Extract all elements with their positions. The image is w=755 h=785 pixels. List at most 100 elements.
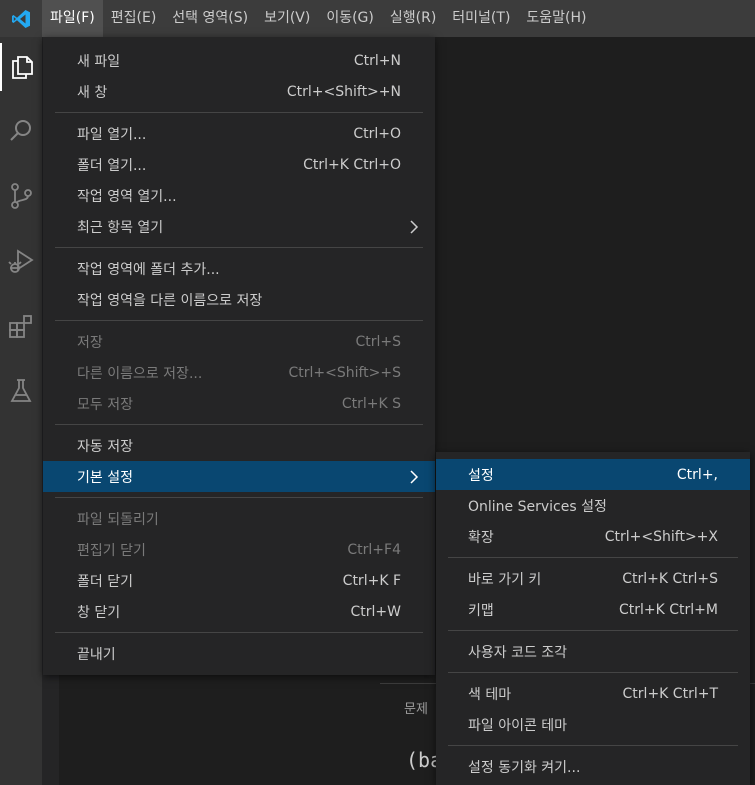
menu-item-shortcut: Ctrl+<Shift>+S [288, 364, 401, 381]
menu-separator [55, 424, 423, 425]
file-menu-item[interactable]: 새 파일 Ctrl+N [43, 45, 435, 76]
file-menu-item[interactable]: 작업 영역에 폴더 추가... [43, 253, 435, 284]
preferences-menu-item[interactable]: 설정 동기화 켜기... [436, 751, 750, 782]
menubar-item-1[interactable]: 편집(E) [103, 0, 165, 37]
menu-item-label: 작업 영역을 다른 이름으로 저장 [77, 292, 263, 309]
menu-item-shortcut: Ctrl+S [355, 333, 401, 350]
menu-item-shortcut: Ctrl+K F [342, 572, 401, 589]
menu-item-label: 새 파일 [77, 53, 121, 70]
title-bar: 파일(F) 편집(E) 선택 영역(S) 보기(V) 이동(G) 실행(R) 터미널(T) 도… [0, 0, 755, 37]
file-menu-item[interactable]: 모두 저장 Ctrl+K S [43, 388, 435, 419]
menu-item-label: 설정 동기화 켜기... [468, 759, 581, 776]
chevron-right-icon [409, 211, 419, 242]
menubar-item-6[interactable]: 터미널(T) [444, 0, 518, 37]
menu-item-label: 파일 아이콘 테마 [468, 717, 568, 734]
preferences-menu-item[interactable]: 키맵 Ctrl+K Ctrl+M [436, 594, 750, 625]
menubar-item-0[interactable]: 파일(F) [42, 0, 103, 37]
menu-separator [448, 672, 738, 673]
menubar-item-7[interactable]: 도움말(H) [518, 0, 594, 37]
testing-icon[interactable] [0, 367, 42, 415]
preferences-menu-item[interactable]: 파일 아이콘 테마 [436, 709, 750, 740]
run-debug-icon[interactable] [0, 237, 42, 285]
menu-item-label: 파일 되돌리기 [77, 511, 159, 528]
menu-item-label: 키맵 [468, 602, 494, 619]
menu-item-shortcut: Ctrl+F4 [347, 541, 401, 558]
menu-separator [55, 632, 423, 633]
menubar-item-4[interactable]: 이동(G) [318, 0, 382, 37]
file-menu-item[interactable]: 기본 설정 [43, 461, 435, 492]
menu-item-label: 폴더 열기... [77, 157, 147, 174]
file-menu-item[interactable]: 파일 열기... Ctrl+O [43, 118, 435, 149]
menu-item-label: 자동 저장 [77, 438, 133, 455]
preferences-submenu: 설정 Ctrl+, Online Services 설정확장 Ctrl+<Shift>… [436, 452, 750, 785]
menubar-item-3[interactable]: 보기(V) [256, 0, 318, 37]
file-menu-item[interactable]: 창 닫기 Ctrl+W [43, 596, 435, 627]
file-menu-item[interactable]: 파일 되돌리기 [43, 503, 435, 534]
menu-item-label: 폴더 닫기 [77, 573, 133, 590]
file-menu-item[interactable]: 새 창 Ctrl+<Shift>+N [43, 76, 435, 107]
menu-item-label: 끝내기 [77, 646, 116, 663]
menu-item-label: 사용자 코드 조각 [468, 644, 568, 661]
menu-item-shortcut: Ctrl+K Ctrl+T [622, 685, 718, 702]
menubar-item-2[interactable]: 선택 영역(S) [164, 0, 256, 37]
chevron-right-icon [409, 461, 419, 492]
preferences-menu-item[interactable]: 사용자 코드 조각 [436, 636, 750, 667]
source-control-icon[interactable] [0, 172, 42, 220]
menu-item-shortcut: Ctrl+, [676, 466, 718, 483]
vscode-logo-icon [0, 0, 42, 37]
preferences-menu-item[interactable]: 색 테마 Ctrl+K Ctrl+T [436, 678, 750, 709]
menu-item-shortcut: Ctrl+N [353, 52, 401, 69]
menu-item-label: 편집기 닫기 [77, 542, 146, 559]
menu-item-label: 최근 항목 열기 [77, 219, 164, 236]
files-icon[interactable] [0, 43, 42, 91]
file-menu-item[interactable]: 최근 항목 열기 [43, 211, 435, 242]
menu-separator [55, 112, 423, 113]
menu-item-label: Online Services 설정 [468, 498, 607, 515]
menu-separator [448, 557, 738, 558]
menu-separator [448, 745, 738, 746]
extensions-icon[interactable] [0, 302, 42, 350]
menu-item-label: 확장 [468, 529, 494, 546]
menu-item-shortcut: Ctrl+K S [341, 395, 401, 412]
menu-item-label: 작업 영역에 폴더 추가... [77, 261, 220, 278]
menu-item-shortcut: Ctrl+K Ctrl+O [303, 156, 401, 173]
preferences-menu-item[interactable]: 바로 가기 키 Ctrl+K Ctrl+S [436, 563, 750, 594]
file-menu-item[interactable]: 편집기 닫기 Ctrl+F4 [43, 534, 435, 565]
file-menu-item[interactable]: 작업 영역 열기... [43, 180, 435, 211]
file-menu: 새 파일 Ctrl+N 새 창 Ctrl+<Shift>+N 파일 열기... Ctrl+… [43, 37, 435, 675]
file-menu-item[interactable]: 저장 Ctrl+S [43, 326, 435, 357]
menu-item-shortcut: Ctrl+<Shift>+X [604, 528, 718, 545]
file-menu-item[interactable]: 자동 저장 [43, 430, 435, 461]
file-menu-item[interactable]: 폴더 열기... Ctrl+K Ctrl+O [43, 149, 435, 180]
menu-item-label: 다른 이름으로 저장... [77, 365, 203, 382]
menu-item-shortcut: Ctrl+K Ctrl+M [619, 601, 718, 618]
preferences-menu-item[interactable]: Online Services 설정 [436, 490, 750, 521]
menu-item-label: 저장 [77, 334, 103, 351]
file-menu-item[interactable]: 끝내기 [43, 638, 435, 669]
menu-item-shortcut: Ctrl+O [353, 125, 401, 142]
menu-separator [448, 630, 738, 631]
menu-separator [55, 320, 423, 321]
menu-item-label: 기본 설정 [77, 469, 133, 486]
file-menu-item[interactable]: 다른 이름으로 저장... Ctrl+<Shift>+S [43, 357, 435, 388]
menu-separator [55, 497, 423, 498]
panel-tab-problems[interactable]: 문제 [404, 698, 428, 717]
menu-item-label: 색 테마 [468, 686, 512, 703]
file-menu-item[interactable]: 작업 영역을 다른 이름으로 저장 [43, 284, 435, 315]
file-menu-item[interactable]: 폴더 닫기 Ctrl+K F [43, 565, 435, 596]
menu-separator [55, 247, 423, 248]
menu-item-label: 모두 저장 [77, 396, 133, 413]
preferences-menu-item[interactable]: 확장 Ctrl+<Shift>+X [436, 521, 750, 552]
menu-item-label: 새 창 [77, 84, 108, 101]
activity-bar [0, 37, 42, 785]
menu-item-label: 파일 열기... [77, 126, 147, 143]
preferences-menu-item[interactable]: 설정 Ctrl+, [436, 459, 750, 490]
menu-item-shortcut: Ctrl+<Shift>+N [286, 83, 401, 100]
search-icon[interactable] [0, 107, 42, 155]
menu-item-shortcut: Ctrl+K Ctrl+S [622, 570, 718, 587]
menu-item-label: 바로 가기 키 [468, 571, 542, 588]
menu-item-label: 창 닫기 [77, 604, 121, 621]
menubar-item-5[interactable]: 실행(R) [382, 0, 444, 37]
menu-item-shortcut: Ctrl+W [350, 603, 401, 620]
menu-bar: 파일(F) 편집(E) 선택 영역(S) 보기(V) 이동(G) 실행(R) 터미널(T) 도… [42, 0, 595, 37]
